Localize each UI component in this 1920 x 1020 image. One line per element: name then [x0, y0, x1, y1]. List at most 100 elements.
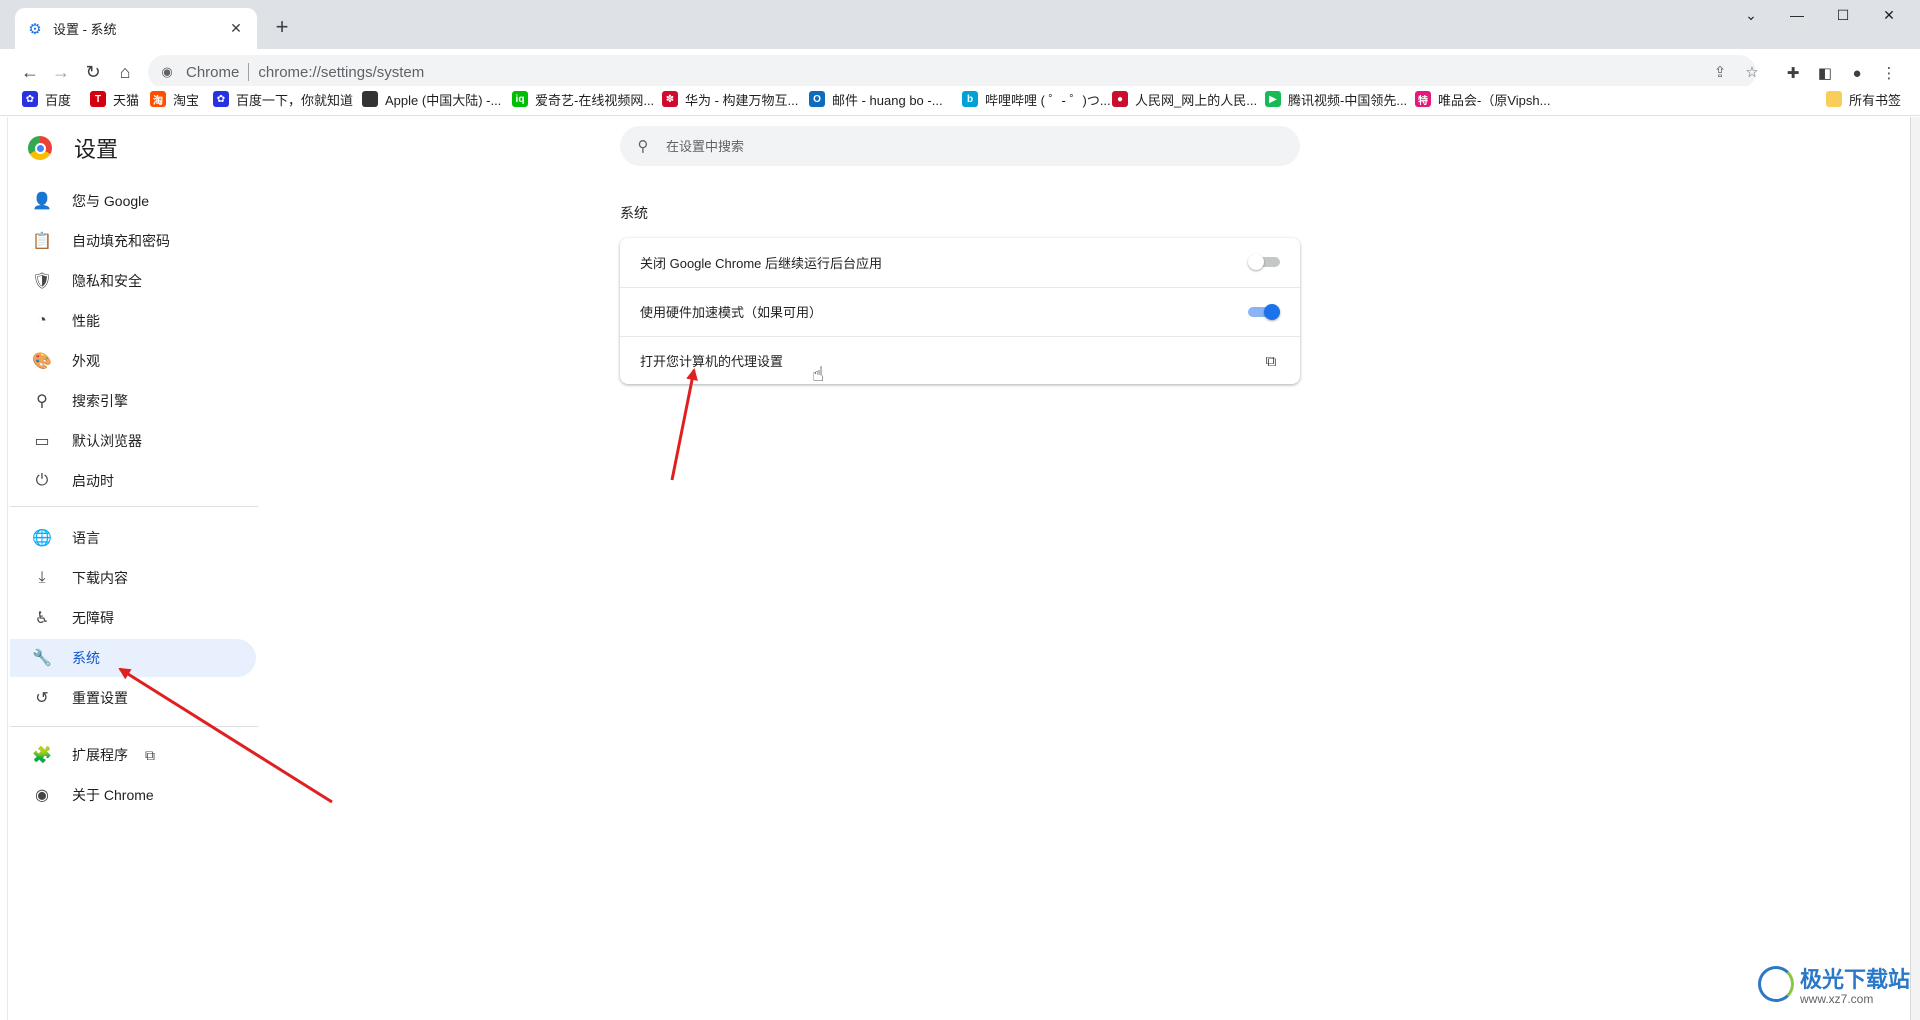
search-icon: ⚲: [36, 393, 48, 410]
settings-header: 设置: [28, 132, 118, 164]
bookmark-favicon-icon: [362, 91, 378, 107]
sidebar-item-puzzle[interactable]: 🧩 扩展程序 ⧉: [10, 736, 256, 774]
chrome-icon: ◉: [161, 64, 173, 79]
bookmark-item[interactable]: ✿ 百度一下，你就知道: [213, 86, 353, 112]
bookmark-item[interactable]: ● 人民网_网上的人民...: [1112, 86, 1257, 112]
sidebar-item-palette[interactable]: 🎨 外观: [10, 342, 256, 380]
sidebar-item-person[interactable]: 👤 您与 Google: [10, 182, 256, 220]
person-icon: 👤: [32, 193, 52, 210]
bookmark-favicon-icon: ✽: [662, 91, 678, 107]
side-panel-icon[interactable]: ◧: [1814, 62, 1836, 84]
reload-icon[interactable]: ↻: [78, 57, 108, 87]
bookmark-label: 淘宝: [173, 92, 200, 108]
watermark-logo-icon: [1758, 966, 1794, 1002]
bookmark-favicon-icon: ▶: [1265, 91, 1281, 107]
sidebar-item-label: 重置设置: [72, 690, 128, 706]
address-bar[interactable]: ◉ Chrome chrome://settings/system ⇪ ☆: [148, 55, 1759, 89]
background-apps-label: 关闭 Google Chrome 后继续运行后台应用: [640, 255, 882, 271]
sidebar-item-wrench[interactable]: 🔧 系统: [10, 639, 256, 677]
hardware-acceleration-toggle[interactable]: [1248, 304, 1280, 320]
background-apps-row[interactable]: 关闭 Google Chrome 后继续运行后台应用: [620, 238, 1300, 286]
bookmark-item[interactable]: ▶ 腾讯视频-中国领先...: [1265, 86, 1407, 112]
wrench-icon: 🔧: [32, 650, 52, 667]
sidebar-item-label: 关于 Chrome: [72, 787, 154, 803]
chrome-icon: ◉: [35, 787, 49, 804]
settings-search[interactable]: ⚲: [620, 126, 1300, 166]
bookmark-label: 哔哩哔哩 ( ゜- ゜)つ...: [985, 92, 1111, 108]
sidebar-item-chrome[interactable]: ◉ 关于 Chrome: [10, 776, 256, 814]
bookmark-label: 华为 - 构建万物互...: [685, 92, 799, 108]
bookmark-item[interactable]: O 邮件 - huang bo -...: [809, 86, 943, 112]
back-arrow-icon[interactable]: ←: [15, 57, 45, 87]
sidebar-item-label: 性能: [72, 313, 100, 329]
tab-settings-system[interactable]: ⚙ 设置 - 系统 ✕: [15, 8, 257, 49]
share-icon[interactable]: ⇪: [1708, 63, 1732, 81]
background-apps-toggle[interactable]: [1248, 254, 1280, 270]
bookmark-star-icon[interactable]: ☆: [1740, 63, 1764, 81]
sidebar-item-label: 外观: [72, 353, 100, 369]
sidebar-item-label: 启动时: [72, 473, 114, 489]
bookmark-favicon-icon: 淘: [150, 91, 166, 107]
bookmark-label: 腾讯视频-中国领先...: [1288, 92, 1408, 108]
close-icon[interactable]: ✕: [227, 20, 245, 38]
sidebar-item-label: 系统: [72, 650, 100, 666]
extensions-icon[interactable]: ✚: [1782, 62, 1804, 84]
bookmark-favicon-icon: 特: [1415, 91, 1431, 107]
proxy-settings-label: 打开您计算机的代理设置: [640, 354, 784, 369]
bookmark-item[interactable]: iq 爱奇艺-在线视频网...: [512, 86, 654, 112]
home-icon[interactable]: ⌂: [110, 57, 140, 87]
search-input[interactable]: [666, 138, 1246, 154]
sidebar-item-shield[interactable]: 🛡 隐私和安全: [10, 262, 256, 300]
external-link-icon: ⧉: [145, 746, 155, 763]
sidebar-item-globe[interactable]: 🌐 语言: [10, 519, 256, 557]
hardware-acceleration-row[interactable]: 使用硬件加速模式（如果可用）: [620, 287, 1300, 335]
bookmark-label: Apple (中国大陆) -...: [385, 92, 502, 108]
sidebar-item-history[interactable]: ↺ 重置设置: [10, 679, 256, 717]
bookmark-item[interactable]: T 天猫: [90, 86, 139, 112]
tab-search-icon[interactable]: ⌄: [1728, 0, 1774, 30]
all-bookmarks-folder[interactable]: ▪ 所有书签: [1826, 86, 1901, 112]
sidebar-item-accessibility[interactable]: ♿ 无障碍: [10, 599, 256, 637]
folder-icon: ▪: [1826, 91, 1842, 107]
gear-icon: ⚙: [28, 20, 42, 38]
sidebar-item-search[interactable]: ⚲ 搜索引擎: [10, 382, 256, 420]
sidebar-item-label: 默认浏览器: [72, 433, 142, 449]
new-tab-button[interactable]: +: [268, 13, 296, 41]
url-text[interactable]: chrome://settings/system: [258, 64, 424, 81]
bookmark-label: 人民网_网上的人民...: [1135, 92, 1258, 108]
globe-icon: 🌐: [32, 530, 52, 547]
bookmark-item[interactable]: b 哔哩哔哩 ( ゜- ゜)つ...: [962, 86, 1111, 112]
omnibox-chrome-label: Chrome: [186, 63, 240, 81]
bookmark-label: 百度一下，你就知道: [236, 92, 354, 108]
external-link-icon[interactable]: ⧉: [1262, 352, 1280, 370]
sidebar-item-clipboard[interactable]: 📋 自动填充和密码: [10, 222, 256, 260]
bookmark-item[interactable]: 淘淘宝: [150, 86, 199, 112]
sidebar-item-label: 隐私和安全: [72, 273, 142, 289]
sidebar-item-speedometer[interactable]: ◔ 性能: [10, 302, 256, 340]
bookmark-item[interactable]: ✽ 华为 - 构建万物互...: [662, 86, 798, 112]
sidebar-item-label: 下载内容: [72, 570, 128, 586]
sidebar-item-power[interactable]: ⏻ 启动时: [10, 462, 256, 500]
bookmark-favicon-icon: T: [90, 91, 106, 107]
bookmark-item[interactable]: Apple (中国大陆) -...: [362, 86, 501, 112]
sidebar-item-label: 扩展程序: [72, 747, 128, 763]
minimize-icon[interactable]: —: [1774, 0, 1820, 30]
bookmark-item[interactable]: ✿ 百度: [22, 86, 71, 112]
maximize-icon[interactable]: ☐: [1820, 0, 1866, 30]
tab-title: 设置 - 系统: [53, 22, 117, 37]
menu-dots-icon[interactable]: ⋮: [1878, 62, 1900, 84]
window-close-icon[interactable]: ✕: [1866, 0, 1912, 30]
window-right-edge: [1910, 117, 1920, 1020]
bookmark-item[interactable]: 特唯品会-（原Vipsh...: [1415, 86, 1550, 112]
sidebar-item-download[interactable]: ⤓ 下载内容: [10, 559, 256, 597]
search-icon: ⚲: [637, 138, 649, 155]
download-icon: ⤓: [38, 569, 46, 586]
hand-cursor-icon: ☝: [812, 364, 825, 386]
bookmark-label: 邮件 - huang bo -...: [832, 92, 943, 108]
sidebar-item-browser[interactable]: ▭ 默认浏览器: [10, 422, 256, 460]
browser-icon: ▭: [34, 433, 50, 450]
shield-icon: 🛡: [31, 273, 53, 290]
proxy-settings-row[interactable]: 打开您计算机的代理设置 ⧉: [620, 336, 1300, 384]
forward-arrow-icon[interactable]: →: [46, 57, 76, 87]
profile-avatar-icon[interactable]: ●: [1846, 62, 1868, 84]
